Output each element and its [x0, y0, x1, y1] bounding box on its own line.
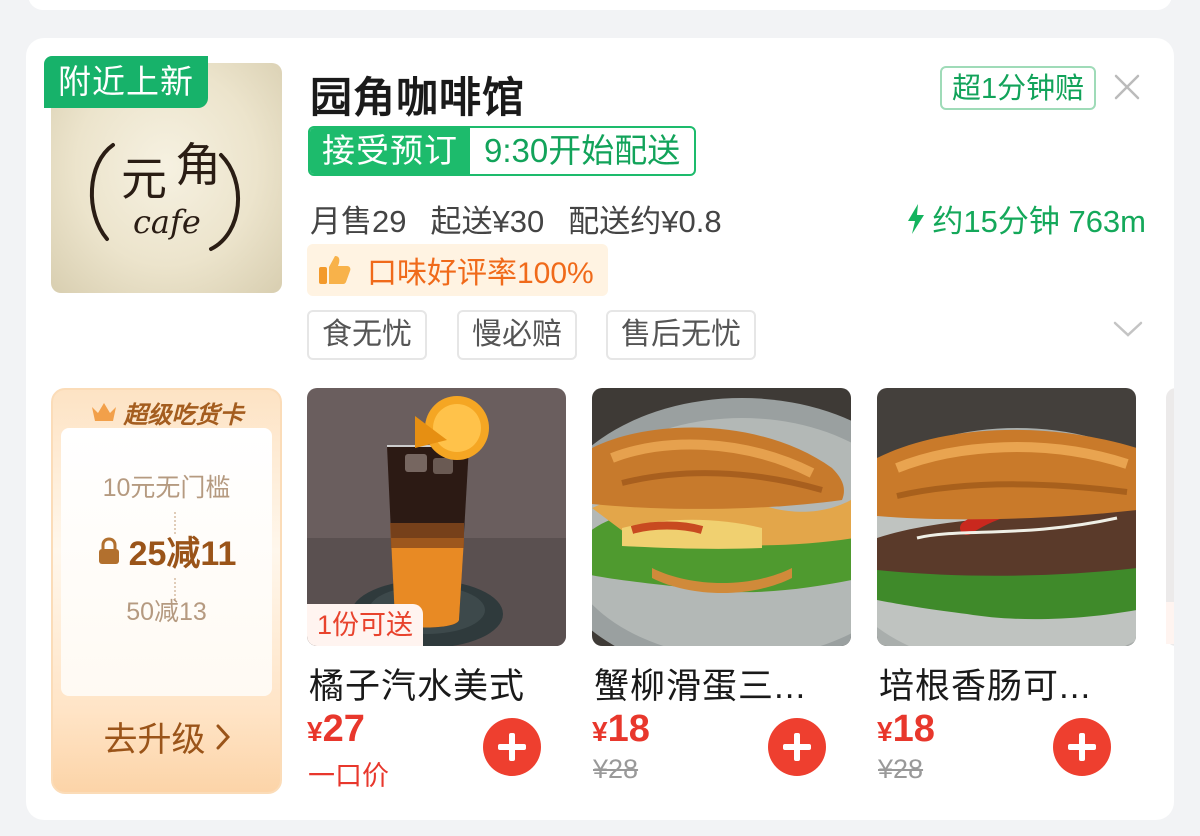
- service-tag-after-sales: 售后无忧: [606, 310, 756, 360]
- delivery-eta: 约15分钟 763m: [906, 196, 1146, 241]
- logo-char-2: 角: [175, 138, 221, 192]
- rating-tag: 口味好评率100%: [307, 244, 608, 296]
- coupon-no-threshold: 10元无门槛: [102, 474, 231, 502]
- upgrade-label: 去升级: [103, 721, 206, 759]
- product-card[interactable]: 1份可送 橘子汽水美式 ¥ 27 一口价: [307, 388, 567, 791]
- product-card[interactable]: 蟹柳滑蛋三... ¥ 18 ¥28: [592, 388, 852, 784]
- shop-card[interactable]: 元 角 cafe 附近上新 园角咖啡馆 超1分钟赔 接受预订 9:30开始配送 …: [26, 38, 1174, 820]
- super-foodie-card[interactable]: 超级吃货卡 10元无门槛 25减11 50减13 去升级: [51, 388, 282, 794]
- original-price: ¥28: [593, 754, 639, 784]
- product-name[interactable]: 蟹柳滑蛋三...: [594, 658, 806, 709]
- member-card-title: 超级吃货卡: [123, 401, 244, 429]
- service-tag-late-compensation: 慢必赔: [457, 310, 577, 360]
- eta-text: 约15分钟 763m: [932, 204, 1146, 239]
- thumbs-up-icon: [319, 256, 351, 284]
- lightning-icon: [908, 203, 925, 234]
- product-price: ¥ 27: [307, 708, 365, 751]
- chevron-right-icon: [216, 724, 230, 749]
- product-name[interactable]: 培根香肠可...: [879, 658, 1091, 709]
- coupon-main: 25减11: [61, 526, 272, 575]
- price-symbol: ¥: [592, 716, 608, 747]
- price-symbol: ¥: [877, 716, 893, 747]
- min-order: 起送¥30: [430, 204, 545, 239]
- rating-text: 口味好评率100%: [367, 257, 594, 290]
- upgrade-button[interactable]: 去升级: [53, 712, 280, 761]
- lock-icon: [98, 536, 119, 564]
- service-tag-food-safe: 食无忧: [307, 310, 427, 360]
- coupon-panel: 10元无门槛 25减11 50减13: [61, 428, 272, 696]
- coupon-main-text: 25减11: [128, 535, 237, 573]
- product-price: ¥ 18: [592, 708, 650, 751]
- chevron-down-icon[interactable]: [1112, 318, 1144, 340]
- next-product-peek[interactable]: [1162, 388, 1174, 808]
- new-nearby-badge: 附近上新: [44, 56, 208, 108]
- delivery-fee: 配送约¥0.8: [568, 204, 722, 239]
- logo-char-1: 元: [121, 152, 167, 206]
- product-image[interactable]: 1份可送: [307, 388, 566, 646]
- product-name[interactable]: 橘子汽水美式: [309, 658, 525, 709]
- add-to-cart-button[interactable]: [483, 718, 541, 776]
- logo-cafe: cafe: [133, 203, 201, 241]
- product-image[interactable]: [877, 388, 1136, 646]
- product-card[interactable]: 培根香肠可... ¥ 18 ¥28: [877, 388, 1137, 784]
- product-price: ¥ 18: [877, 708, 935, 751]
- fixed-price-label: 一口价: [308, 761, 389, 791]
- min-quantity-tag: 1份可送: [307, 604, 424, 646]
- shop-name[interactable]: 园角咖啡馆: [310, 64, 525, 125]
- preorder-label: 接受预订: [310, 128, 470, 174]
- crab-egg-croissant-image: [592, 388, 851, 646]
- add-to-cart-button[interactable]: [768, 718, 826, 776]
- delivery-start-time: 9:30开始配送: [484, 132, 681, 169]
- original-price: ¥28: [878, 754, 924, 784]
- price-value: 18: [892, 708, 935, 750]
- price-symbol: ¥: [307, 716, 323, 747]
- min-quantity-tag: [1166, 602, 1174, 644]
- price-value: 27: [322, 708, 365, 750]
- preorder-tag: 接受预订 9:30开始配送: [308, 126, 697, 176]
- product-image[interactable]: [592, 388, 851, 646]
- compensation-badge: 超1分钟赔: [940, 66, 1097, 110]
- shop-stats: 月售29 起送¥30 配送约¥0.8: [310, 196, 722, 241]
- previous-card: [28, 0, 1172, 10]
- coupon-third: 50减13: [126, 598, 207, 626]
- monthly-sales: 月售29: [310, 204, 407, 239]
- add-to-cart-button[interactable]: [1053, 718, 1111, 776]
- close-icon[interactable]: [1112, 72, 1142, 102]
- bacon-sausage-croissant-image: [877, 388, 1136, 646]
- crown-icon: [91, 403, 116, 421]
- price-value: 18: [607, 708, 650, 750]
